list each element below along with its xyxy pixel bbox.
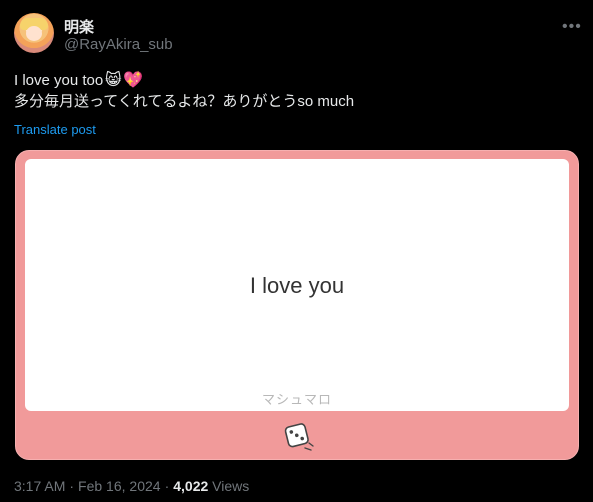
display-name[interactable]: 明楽 <box>64 16 94 37</box>
card-message-panel: I love you マシュマロ <box>25 159 569 411</box>
post-line-1: I love you too 😸 💖 <box>14 70 354 91</box>
more-options-icon[interactable]: ••• <box>562 18 582 36</box>
grinning-cat-emoji-icon: 😸 <box>104 72 122 89</box>
views-label: Views <box>212 478 250 494</box>
translate-post-link[interactable]: Translate post <box>14 122 96 137</box>
post-meta: 3:17 AM · Feb 16, 2024 · 4,022 Views <box>14 478 249 494</box>
meta-separator-2: · <box>164 478 170 494</box>
post-time[interactable]: 3:17 AM <box>14 478 65 494</box>
user-handle[interactable]: @RayAkira_sub <box>64 36 173 53</box>
post-line-1-text: I love you too <box>14 72 104 89</box>
post-date[interactable]: Feb 16, 2024 <box>78 478 161 494</box>
card-brand-label: マシュマロ <box>261 392 332 407</box>
post-line-2: 多分毎月送ってくれてるよね？ありがとうso much <box>14 93 355 110</box>
post-text: I love you too 😸 💖 多分毎月送ってくれてるよね？ありがとうso m… <box>14 70 354 112</box>
avatar-face <box>26 26 42 41</box>
views-count: 4,022 <box>173 478 209 494</box>
avatar[interactable] <box>14 13 54 53</box>
sparkling-heart-emoji-icon: 💖 <box>123 72 144 89</box>
card-message: I love you <box>249 273 345 298</box>
meta-separator: · <box>69 478 75 494</box>
dice-icon <box>284 423 314 451</box>
marshmallow-card[interactable]: I love you マシュマロ <box>15 150 579 460</box>
